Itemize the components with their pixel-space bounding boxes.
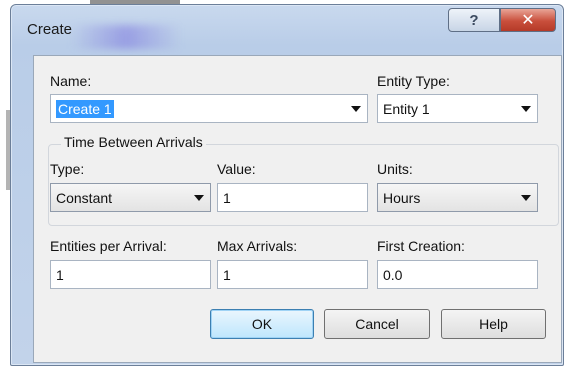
units-label: Units: <box>377 161 413 177</box>
entities-per-arrival-value: 1 <box>56 267 64 283</box>
name-label: Name: <box>50 73 92 89</box>
create-dialog: Create ? ✕ Name: Create 1 Entity Type: E… <box>10 4 564 366</box>
ok-button[interactable]: OK <box>210 309 314 339</box>
chevron-down-icon[interactable] <box>521 106 531 112</box>
help-button[interactable]: Help <box>441 309 546 339</box>
titlebar-close-button[interactable]: ✕ <box>500 8 556 32</box>
entities-per-arrival-label: Entities per Arrival: <box>50 238 167 254</box>
dialog-client-area: Name: Create 1 Entity Type: Entity 1 Tim… <box>33 55 562 363</box>
first-creation-input[interactable]: 0.0 <box>377 260 538 289</box>
help-icon: ? <box>469 11 479 29</box>
entity-type-value: Entity 1 <box>383 101 430 117</box>
entities-per-arrival-input[interactable]: 1 <box>50 260 211 289</box>
max-arrivals-input[interactable]: 1 <box>217 260 368 289</box>
chevron-down-icon[interactable] <box>521 195 531 201</box>
close-icon: ✕ <box>521 12 535 29</box>
first-creation-label: First Creation: <box>377 238 465 254</box>
time-between-arrivals-label: Time Between Arrivals <box>61 134 206 150</box>
type-label: Type: <box>50 161 85 177</box>
first-creation-value: 0.0 <box>383 267 403 283</box>
max-arrivals-label: Max Arrivals: <box>217 238 298 254</box>
type-dropdown[interactable]: Constant <box>50 183 211 212</box>
name-combobox[interactable]: Create 1 <box>50 94 368 123</box>
dialog-title: Create <box>27 21 73 38</box>
type-value: Constant <box>56 190 113 206</box>
entity-type-combobox[interactable]: Entity 1 <box>377 94 538 123</box>
units-dropdown[interactable]: Hours <box>377 183 538 212</box>
chevron-down-icon[interactable] <box>351 106 361 112</box>
value-label: Value: <box>217 161 256 177</box>
name-value: Create 1 <box>56 100 114 118</box>
chevron-down-icon[interactable] <box>194 195 204 201</box>
value-input[interactable]: 1 <box>217 183 368 212</box>
cancel-button[interactable]: Cancel <box>324 309 430 339</box>
units-value: Hours <box>383 190 421 206</box>
value-value: 1 <box>223 190 231 206</box>
titlebar-help-button[interactable]: ? <box>448 8 500 32</box>
max-arrivals-value: 1 <box>223 267 231 283</box>
entity-type-label: Entity Type: <box>377 73 450 89</box>
title-glow <box>71 25 181 49</box>
